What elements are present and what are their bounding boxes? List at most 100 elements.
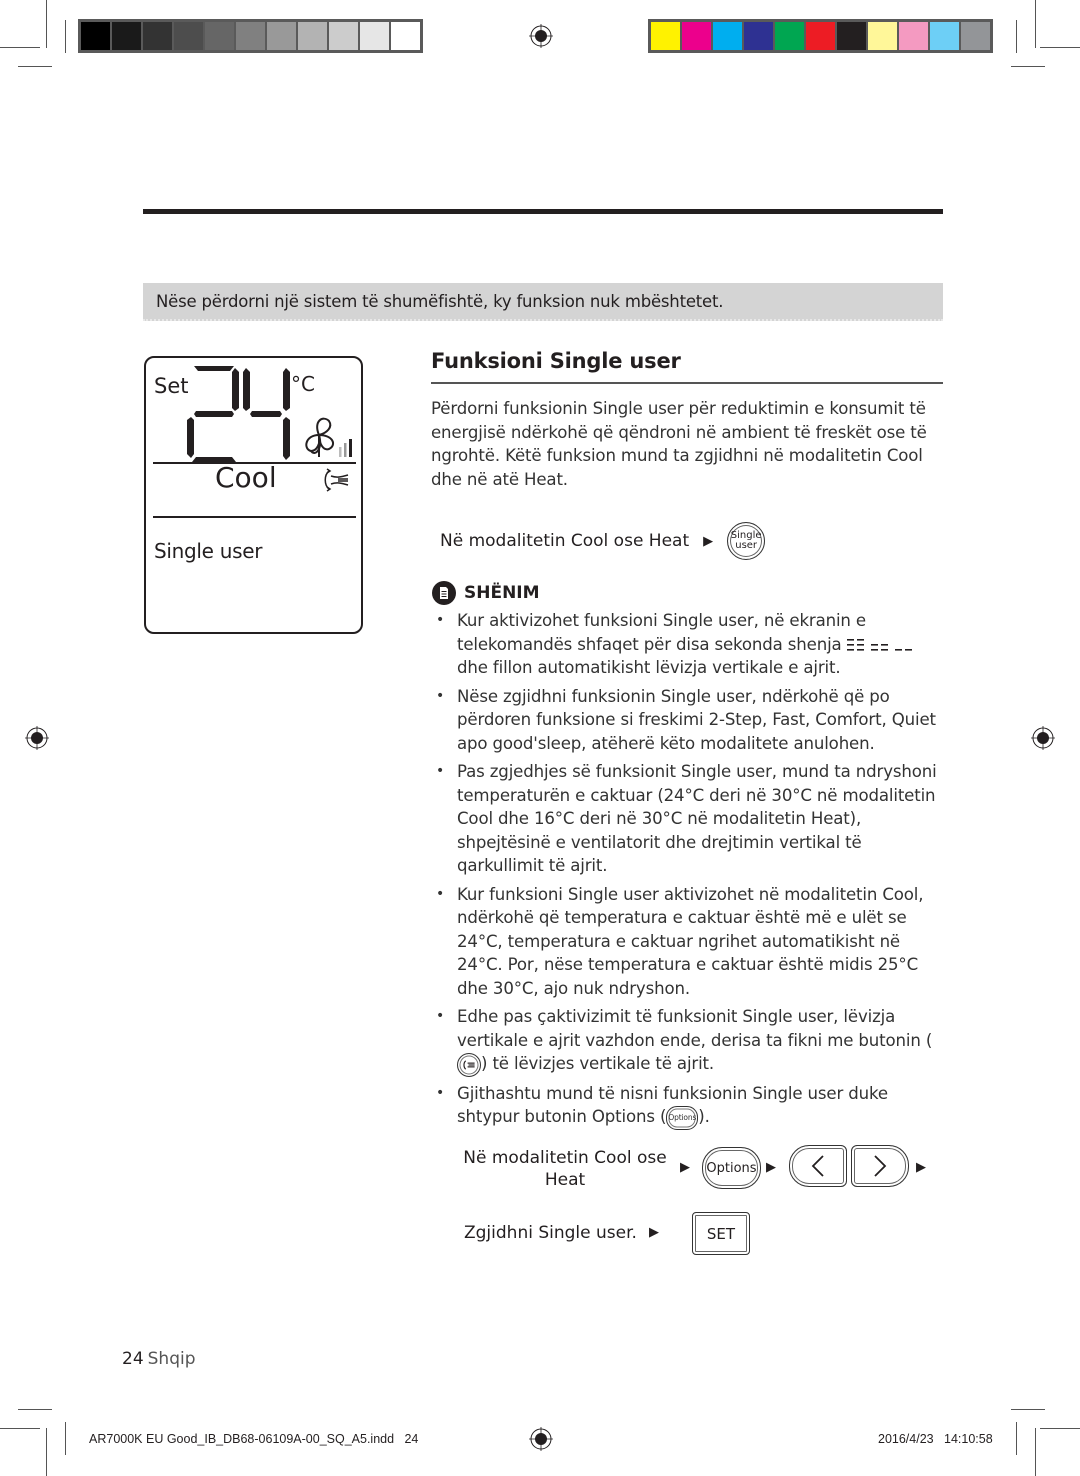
flow-step2-text: Zgjidhni Single user. — [464, 1223, 637, 1243]
single-user-button[interactable]: Single user — [727, 522, 766, 560]
color-swatch — [298, 22, 327, 50]
note-bullet: Edhe pas çaktivizimit të funksionit Sing… — [436, 1005, 948, 1077]
step-single-user: Në modalitetin Cool ose Heat ▶ Single us… — [440, 522, 766, 560]
step-label: Në modalitetin Cool ose Heat — [440, 531, 690, 551]
set-button[interactable]: SET — [692, 1212, 750, 1255]
crop-mark — [1040, 1428, 1080, 1429]
crop-mark — [46, 1428, 47, 1476]
grayscale-color-bar — [78, 19, 423, 53]
crop-mark — [18, 1409, 52, 1410]
single-user-button-line2: user — [735, 540, 758, 551]
registration-mark-icon — [1031, 726, 1055, 750]
crop-mark — [0, 47, 40, 48]
color-swatch — [930, 22, 959, 50]
crop-mark — [65, 20, 66, 53]
notice-banner: Nëse përdorni një sistem të shumëfishtë,… — [143, 283, 943, 321]
slug-timestamp: 2016/4/23 14:10:58 — [878, 1432, 993, 1446]
arrow-right-icon: ▶ — [703, 533, 714, 549]
arrow-right-icon: ▶ — [680, 1160, 690, 1175]
options-button-inline[interactable]: Options — [666, 1105, 699, 1130]
vertical-swing-icon — [463, 1059, 475, 1070]
registration-mark-icon — [529, 1427, 553, 1451]
color-swatch — [81, 22, 110, 50]
registration-mark-icon — [25, 726, 49, 750]
color-swatch — [143, 22, 172, 50]
note-bullet-text: ). — [698, 1107, 710, 1126]
note-bullet: Kur funksioni Single user aktivizohet në… — [436, 883, 948, 1001]
page-language: Shqip — [147, 1349, 196, 1369]
section-title: Funksioni Single user — [431, 349, 681, 373]
crop-mark — [46, 0, 47, 48]
crop-mark — [1016, 20, 1017, 53]
swing-indicator-icon — [846, 639, 912, 651]
color-swatch — [329, 22, 358, 50]
section-top-rule — [143, 209, 943, 214]
crop-mark — [1035, 1428, 1036, 1476]
left-button[interactable] — [789, 1145, 847, 1187]
fan-icon — [305, 417, 352, 457]
color-swatch — [961, 22, 990, 50]
note-bullet-text: Edhe pas çaktivizimit të funksionit Sing… — [457, 1007, 933, 1050]
flow-step1-line1: Në modalitetin Cool ose — [463, 1148, 667, 1168]
note-bullet-list: Kur aktivizohet funksioni Single user, n… — [436, 609, 948, 1135]
arrow-right-icon: ▶ — [648, 1225, 659, 1240]
crop-mark — [1035, 0, 1036, 48]
color-swatch — [391, 22, 420, 50]
note-bullet-text: ) të lëvizjes vertikale të ajrit. — [481, 1054, 715, 1073]
options-button[interactable]: Options — [702, 1147, 761, 1189]
notice-text: Nëse përdorni një sistem të shumëfishtë,… — [156, 292, 724, 311]
color-swatch — [236, 22, 265, 50]
color-swatch — [205, 22, 234, 50]
note-icon — [432, 581, 456, 605]
color-swatch — [174, 22, 203, 50]
color-swatch — [682, 22, 711, 50]
page-number: 24 — [122, 1349, 144, 1369]
display-temperature-digits — [187, 366, 290, 462]
color-swatch — [899, 22, 928, 50]
color-swatch — [112, 22, 141, 50]
vertical-swing-button[interactable] — [457, 1052, 481, 1077]
crop-mark — [1011, 66, 1045, 67]
note-bullet: Nëse zgjidhni funksionin Single user, nd… — [436, 685, 948, 756]
crop-mark — [1040, 47, 1080, 48]
page-footer: 24 Shqip — [122, 1349, 196, 1369]
section-intro: Përdorni funksionin Single user për redu… — [431, 399, 927, 489]
display-mode-label: Cool — [215, 461, 277, 494]
arrow-right-icon: ▶ — [766, 1160, 776, 1175]
note-heading: SHËNIM — [432, 581, 540, 605]
flow-step2-label: Zgjidhni Single user. ▶ — [464, 1222, 659, 1244]
remote-display-illustration: Set °C Cool Single user — [144, 356, 363, 634]
color-swatch — [360, 22, 389, 50]
color-swatch — [651, 22, 680, 50]
crop-mark — [1016, 1422, 1017, 1455]
registration-mark-icon — [529, 24, 553, 48]
display-function-label: Single user — [154, 539, 263, 563]
crop-mark — [0, 1428, 40, 1429]
flow-step1-label: Në modalitetin Cool ose Heat — [462, 1147, 668, 1191]
display-set-label: Set — [154, 374, 189, 398]
color-swatch — [267, 22, 296, 50]
color-swatch — [868, 22, 897, 50]
chevron-right-icon — [874, 1155, 887, 1177]
chevron-left-icon — [811, 1155, 824, 1177]
vertical-swing-icon — [324, 468, 349, 492]
right-button[interactable] — [851, 1145, 909, 1187]
crop-mark — [1011, 1409, 1045, 1410]
crop-mark — [18, 66, 52, 67]
section-title-rule — [431, 382, 943, 384]
set-button-label: SET — [706, 1224, 736, 1243]
arrow-right-icon: ▶ — [916, 1160, 926, 1175]
crop-mark — [65, 1422, 66, 1455]
color-swatch — [713, 22, 742, 50]
note-bullet-text: Kur aktivizohet funksioni Single user, n… — [457, 611, 866, 654]
color-swatch — [837, 22, 866, 50]
note-bullet: Gjithashtu mund të nisni funksionin Sing… — [436, 1082, 948, 1130]
display-unit-label: °C — [291, 372, 315, 396]
note-title: SHËNIM — [464, 583, 540, 603]
flow-step1-line2: Heat — [544, 1170, 586, 1190]
slug-filename: AR7000K EU Good_IB_DB68-06109A-00_SQ_A5.… — [89, 1432, 419, 1446]
options-button-label: Options — [706, 1160, 757, 1176]
display-divider — [153, 516, 356, 518]
color-swatch — [775, 22, 804, 50]
note-bullet: Pas zgjedhjes së funksionit Single user,… — [436, 760, 948, 878]
